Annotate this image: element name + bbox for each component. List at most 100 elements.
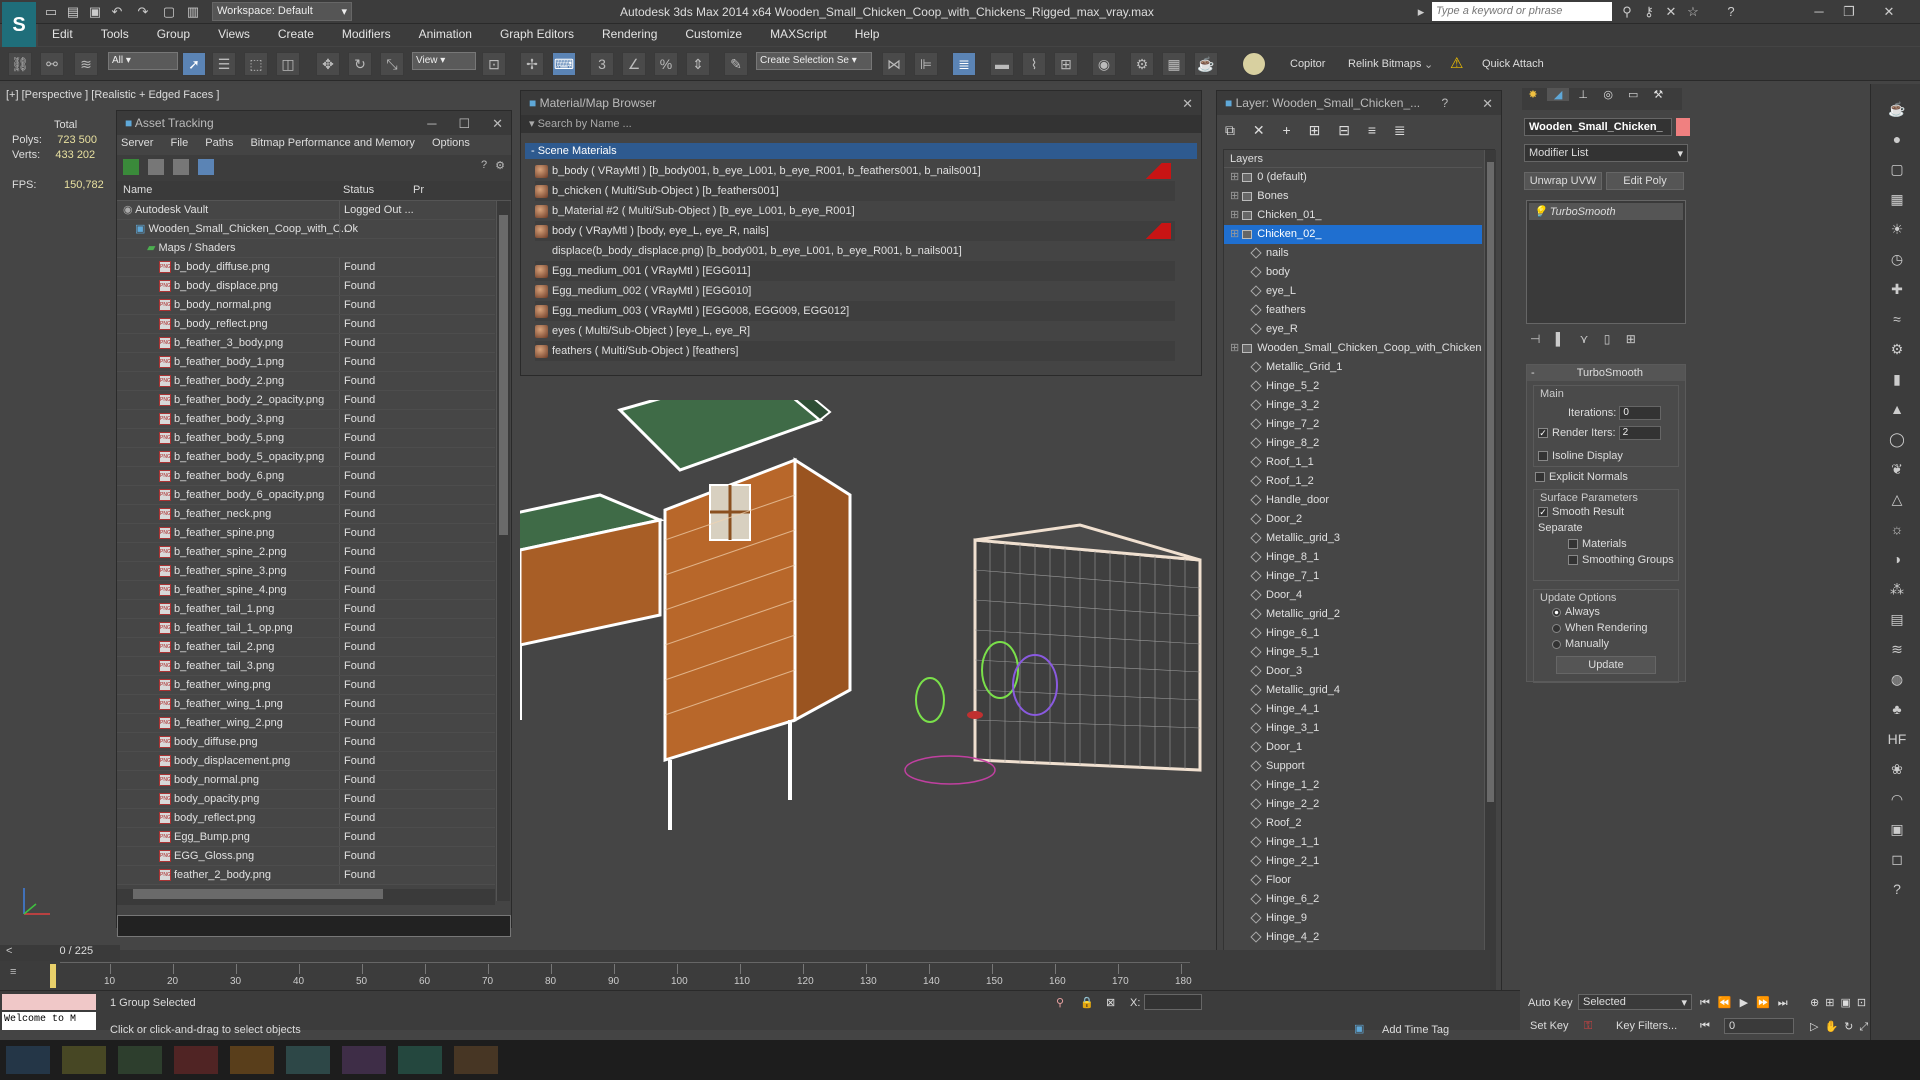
link-icon[interactable]: ⛓ bbox=[8, 52, 32, 76]
spinner-snap-icon[interactable]: ⇕ bbox=[686, 52, 710, 76]
next-frame-icon[interactable]: ⏩ bbox=[1756, 997, 1778, 1009]
material-item[interactable]: feathers ( Multi/Sub-Object ) [feathers] bbox=[535, 341, 1175, 361]
key-mode-toggle-icon[interactable]: ⏮ bbox=[1700, 1020, 1710, 1033]
asset-row[interactable]: PNG b_feather_body_2_opacity.png Found bbox=[117, 391, 495, 410]
menu-graph-editors[interactable]: Graph Editors bbox=[486, 24, 588, 44]
asset-row[interactable]: PNG b_feather_wing_1.png Found bbox=[117, 695, 495, 714]
play-icon[interactable]: ▶ bbox=[1740, 997, 1756, 1009]
set-current-layer-icon[interactable]: ≣ bbox=[1394, 122, 1406, 138]
material-item[interactable]: eyes ( Multi/Sub-Object ) [eye_L, eye_R] bbox=[535, 321, 1175, 341]
ref-coord-dropdown[interactable]: View ▾ bbox=[412, 52, 476, 70]
hf-icon[interactable]: HF bbox=[1882, 724, 1912, 754]
stack-item-turbosmooth[interactable]: 💡 TurboSmooth bbox=[1529, 203, 1683, 220]
asset-vscrollbar[interactable] bbox=[496, 201, 510, 901]
expand-icon[interactable]: ⊞ bbox=[1230, 171, 1242, 183]
taskbar-app-icon[interactable] bbox=[454, 1046, 498, 1074]
hair-icon[interactable]: ≋ bbox=[1882, 634, 1912, 664]
display-tab-icon[interactable]: ▭ bbox=[1622, 88, 1644, 101]
layer-object-item[interactable]: Hinge_6_1 bbox=[1224, 624, 1482, 643]
refresh-icon[interactable] bbox=[123, 159, 139, 175]
orbit-icon[interactable]: ↻ bbox=[1844, 1021, 1859, 1033]
menu-modifiers[interactable]: Modifiers bbox=[328, 24, 405, 44]
render-teapot-icon[interactable]: ☕ bbox=[1194, 52, 1218, 76]
layer-object-item[interactable]: Roof_2 bbox=[1224, 814, 1482, 833]
col-name-header[interactable]: Name bbox=[123, 184, 152, 196]
relink-bitmaps-button[interactable]: Relink Bitmaps bbox=[1348, 58, 1421, 70]
layer-object-item[interactable]: Hinge_3_2 bbox=[1224, 396, 1482, 415]
menu-tools[interactable]: Tools bbox=[87, 24, 143, 44]
render-icon[interactable]: ▣ bbox=[1882, 814, 1912, 844]
taskbar-app-icon[interactable] bbox=[398, 1046, 442, 1074]
material-item[interactable]: Egg_medium_001 ( VRayMtl ) [EGG011] bbox=[535, 261, 1175, 281]
layer-vscrollbar[interactable] bbox=[1484, 150, 1496, 996]
menu-edit[interactable]: Edit bbox=[38, 24, 87, 44]
explicit-normals-checkbox[interactable] bbox=[1535, 472, 1545, 483]
asset-row[interactable]: PNG body_reflect.png Found bbox=[117, 809, 495, 828]
layer-object-item[interactable]: eye_L bbox=[1224, 282, 1482, 301]
material-editor-icon[interactable]: ◉ bbox=[1092, 52, 1116, 76]
open-file-icon[interactable]: ▤ bbox=[64, 3, 82, 21]
grid-icon[interactable]: ▦ bbox=[1882, 184, 1912, 214]
save-icon[interactable]: ▣ bbox=[86, 3, 104, 21]
layer-object-item[interactable]: Door_2 bbox=[1224, 510, 1482, 529]
layer-object-item[interactable]: Hinge_3_1 bbox=[1224, 719, 1482, 738]
menu-create[interactable]: Create bbox=[264, 24, 328, 44]
expand-icon[interactable]: ⊞ bbox=[1230, 209, 1242, 221]
close-icon[interactable]: ✕ bbox=[492, 116, 503, 132]
asset-hscroll-thumb[interactable] bbox=[133, 889, 383, 899]
turbosmooth-rollout-header[interactable]: - TurboSmooth bbox=[1527, 365, 1685, 381]
foliage-icon[interactable]: ❀ bbox=[1882, 754, 1912, 784]
cube-icon[interactable]: ◻ bbox=[1882, 844, 1912, 874]
viewport-label[interactable]: [+] [Perspective ] [Realistic + Edged Fa… bbox=[6, 89, 219, 101]
absolute-mode-icon[interactable]: ⊠ bbox=[1106, 996, 1115, 1009]
asset-row[interactable]: PNG body_diffuse.png Found bbox=[117, 733, 495, 752]
layer-explorer-icon[interactable]: ≣ bbox=[952, 52, 976, 76]
x-coord-field[interactable] bbox=[1144, 994, 1202, 1010]
remove-modifier-icon[interactable]: ▯ bbox=[1604, 332, 1611, 346]
set-key-button[interactable]: Set Key bbox=[1530, 1020, 1569, 1032]
at-menu-paths[interactable]: Paths bbox=[205, 137, 233, 149]
moon-icon[interactable]: ◑ bbox=[1882, 544, 1912, 574]
fetch-icon[interactable]: ▥ bbox=[184, 3, 202, 21]
asset-row[interactable]: PNG body_normal.png Found bbox=[117, 771, 495, 790]
binoculars-icon[interactable]: ⚲ bbox=[1618, 3, 1636, 21]
spacewarp-icon[interactable]: ≈ bbox=[1882, 304, 1912, 334]
hold-icon[interactable]: ▢ bbox=[160, 3, 178, 21]
slider-left-icon[interactable]: < bbox=[6, 945, 12, 957]
at-menu-server[interactable]: Server bbox=[121, 137, 153, 149]
toggle-ribbon-icon[interactable]: ▬ bbox=[990, 52, 1014, 76]
unlink-icon[interactable]: ⚯ bbox=[40, 52, 64, 76]
minimize-icon[interactable]: ─ bbox=[427, 116, 436, 131]
zoom-extents-all-icon[interactable]: ⊡ bbox=[1857, 997, 1872, 1009]
asset-path-field[interactable] bbox=[117, 915, 511, 937]
asset-row[interactable]: PNG b_feather_tail_1.png Found bbox=[117, 600, 495, 619]
goto-start-icon[interactable]: ⏮ bbox=[1700, 997, 1718, 1009]
selection-filter-dropdown[interactable]: All ▾ bbox=[108, 52, 178, 70]
time-cursor[interactable] bbox=[50, 964, 56, 988]
add-to-layer-icon[interactable]: ⊞ bbox=[1309, 122, 1321, 138]
material-search-input[interactable]: ▾ Search by Name ... bbox=[521, 115, 1201, 133]
edit-named-sel-icon[interactable]: ✎ bbox=[724, 52, 748, 76]
settings-icon[interactable]: ⚙ bbox=[495, 159, 505, 172]
delete-layer-icon[interactable]: ✕ bbox=[1253, 122, 1265, 138]
zoom-extents-icon[interactable]: ▣ bbox=[1840, 997, 1856, 1009]
expand-icon[interactable]: ⊞ bbox=[1230, 190, 1242, 202]
layer-tool-icon[interactable]: ⧉ bbox=[1225, 122, 1235, 138]
pan-icon[interactable]: ✋ bbox=[1824, 1021, 1844, 1033]
dome-icon[interactable]: ◠ bbox=[1882, 784, 1912, 814]
zoom-all-icon[interactable]: ⊞ bbox=[1825, 997, 1840, 1009]
light-bulb-icon[interactable]: 💡 bbox=[1533, 206, 1550, 218]
layer-object-item[interactable]: Hinge_2_1 bbox=[1224, 852, 1482, 871]
layer-object-item[interactable]: Hinge_6_2 bbox=[1224, 890, 1482, 909]
cloth-icon[interactable]: ▤ bbox=[1882, 604, 1912, 634]
asset-vscroll-thumb[interactable] bbox=[499, 215, 508, 535]
camera-icon[interactable]: ◷ bbox=[1882, 244, 1912, 274]
asset-row[interactable]: PNG Egg_Bump.png Found bbox=[117, 828, 495, 847]
render-setup-icon[interactable]: ⚙ bbox=[1130, 52, 1154, 76]
layer-object-item[interactable]: Hinge_5_2 bbox=[1224, 377, 1482, 396]
key-icon[interactable]: ⚷ bbox=[1640, 3, 1658, 21]
asset-row[interactable]: PNG b_body_normal.png Found bbox=[117, 296, 495, 315]
taskbar-app-icon[interactable] bbox=[118, 1046, 162, 1074]
asset-row[interactable]: PNG b_feather_body_6_opacity.png Found bbox=[117, 486, 495, 505]
layer-object-item[interactable]: Metallic_grid_4 bbox=[1224, 681, 1482, 700]
